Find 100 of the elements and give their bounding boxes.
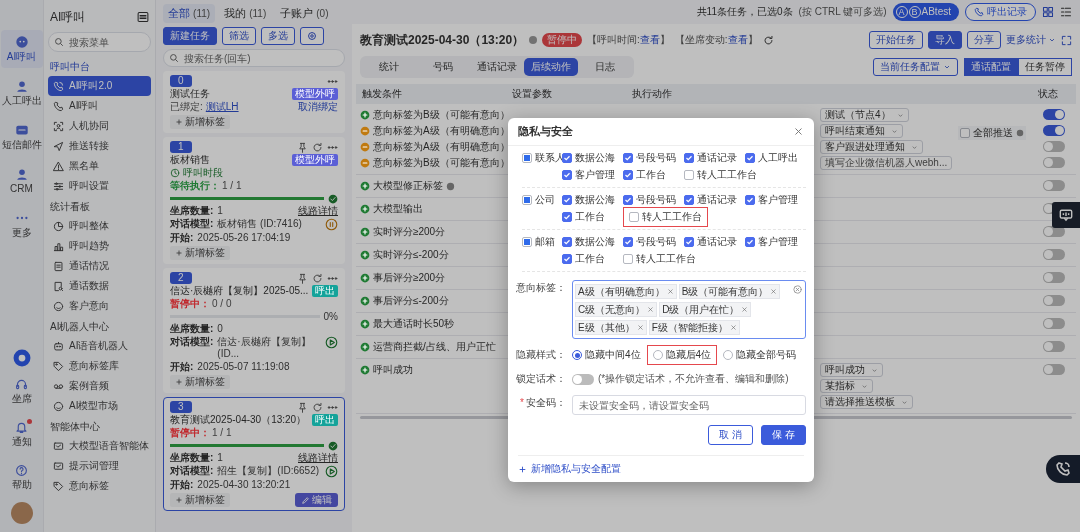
tab[interactable]: 日志 (578, 58, 632, 76)
nav-item[interactable]: 通话情况 (48, 256, 151, 276)
save-button[interactable]: 保 存 (761, 425, 806, 445)
checkbox[interactable] (562, 237, 572, 247)
nav-item[interactable]: AI语音机器人 (48, 336, 151, 356)
task-search-field[interactable]: 搜索任务(回车) (163, 49, 345, 67)
tab[interactable]: 统计 (362, 58, 416, 76)
tag-chip[interactable]: D级（用户在忙） (659, 302, 752, 317)
rail-item[interactable]: AI呼叫 (0, 30, 43, 68)
checkbox[interactable] (522, 195, 532, 205)
plus-circle-icon[interactable] (360, 250, 370, 260)
toggle-switch[interactable] (1043, 318, 1065, 329)
remove-icon[interactable] (729, 324, 737, 331)
task-toolbar-button[interactable]: 筛选 (222, 27, 256, 45)
rail-item[interactable]: 帮助 (0, 459, 43, 496)
checkbox[interactable] (562, 212, 572, 222)
menu-icon[interactable] (137, 11, 149, 23)
task-toolbar-button[interactable]: 多选 (261, 27, 295, 45)
checkbox[interactable] (684, 237, 694, 247)
task-config-dropdown[interactable]: 当前任务配置 (873, 58, 958, 76)
tab[interactable]: 号码 (416, 58, 470, 76)
mode-toggle[interactable]: 通话配置 (964, 58, 1018, 76)
checkbox[interactable] (562, 170, 572, 180)
radio-button[interactable] (652, 350, 663, 360)
bound-link[interactable]: 测试LH (205, 101, 239, 113)
line-details-link[interactable]: 线路详情 (298, 205, 338, 217)
tab[interactable]: 后续动作 (524, 58, 578, 76)
radio-button[interactable] (723, 350, 734, 360)
logo-icon[interactable] (12, 349, 31, 367)
pin-icon[interactable] (297, 141, 308, 153)
menu-search-field[interactable]: 搜索菜单 (48, 32, 151, 52)
more-stats-dropdown[interactable]: 更多统计 (1006, 34, 1056, 46)
plus-circle-icon[interactable] (360, 110, 370, 120)
checkbox[interactable] (562, 254, 572, 264)
task-card[interactable]: 0 测试任务 模型外呼 已绑定: 测试LH 取消绑定 新增标签 (163, 71, 345, 133)
add-tag-button[interactable]: 新增标签 (170, 246, 230, 260)
webhook-input[interactable]: 填写企业微信机器人webh... (820, 156, 953, 170)
rail-item[interactable]: CRM (0, 162, 43, 200)
plus-circle-icon[interactable] (360, 204, 370, 214)
action-select[interactable]: 测试（节点4） (820, 108, 909, 122)
toggle-switch[interactable] (1043, 364, 1065, 375)
action-select[interactable]: 呼叫成功 (820, 363, 883, 377)
checkbox[interactable] (623, 254, 633, 264)
settings-button[interactable] (300, 27, 324, 45)
checkbox[interactable] (522, 237, 532, 247)
header-action-button[interactable]: 开始任务 (869, 31, 923, 49)
toggle-switch[interactable] (1043, 109, 1065, 120)
toggle-switch[interactable] (1043, 141, 1065, 152)
remove-icon[interactable] (647, 306, 655, 313)
nav-item[interactable]: 意向标签库 (48, 356, 151, 376)
nav-item[interactable]: AI呼叫 (48, 96, 151, 116)
pin-icon[interactable] (297, 272, 308, 284)
remove-icon[interactable] (770, 288, 778, 295)
plus-circle-icon[interactable] (360, 319, 370, 329)
line-details-link[interactable]: 线路详情 (298, 452, 338, 464)
add-config-link[interactable]: 新增隐私与安全配置 (518, 463, 621, 475)
cancel-button[interactable]: 取 消 (708, 425, 754, 445)
plus-circle-icon[interactable] (360, 365, 370, 375)
toggle-switch[interactable] (1043, 125, 1065, 136)
scope-tab[interactable]: 子账户 (0) (275, 3, 334, 23)
toggle-switch[interactable] (572, 373, 594, 385)
tag-chip[interactable]: E级（其他） (575, 320, 647, 335)
toggle-switch[interactable] (1043, 295, 1065, 306)
add-tag-button[interactable]: 新增标签 (170, 493, 230, 507)
add-tag-button[interactable]: 新增标签 (170, 375, 230, 389)
nav-item[interactable]: 人机协同 (48, 116, 151, 136)
nav-item[interactable]: 呼叫整体 (48, 216, 151, 236)
checkbox[interactable] (562, 195, 572, 205)
toggle-switch[interactable] (1043, 157, 1065, 168)
toggle-switch[interactable] (1043, 341, 1065, 352)
rail-item[interactable]: 更多 (0, 206, 43, 244)
add-tag-button[interactable]: 新增标签 (170, 115, 230, 129)
refresh-icon[interactable] (762, 34, 774, 46)
plus-circle-icon[interactable] (360, 227, 370, 237)
toggle-switch[interactable] (1043, 249, 1065, 260)
checkbox[interactable] (745, 153, 755, 163)
checkbox[interactable] (684, 153, 694, 163)
checkbox[interactable] (522, 153, 532, 163)
nav-item[interactable]: 大模型语音智能体 (48, 436, 151, 456)
view-link[interactable]: 查看 (727, 34, 748, 45)
checkbox[interactable] (623, 153, 633, 163)
remove-icon[interactable] (741, 306, 749, 313)
feedback-button[interactable] (1052, 202, 1080, 228)
pause-icon[interactable] (325, 218, 338, 231)
rail-item[interactable]: 通知 (0, 416, 43, 453)
toggle-switch[interactable] (1043, 180, 1065, 191)
task-card[interactable]: 1 板材销售 模型外呼 呼叫时段 等待执行： 1 / 1 坐席数量: 1 线路详情 对话模型: 板材销售 (ID:7416) 开始: 2025-05-26 17:04:19 新增标签 (163, 137, 345, 264)
checkbox[interactable] (623, 195, 633, 205)
plus-circle-icon[interactable] (360, 273, 370, 283)
tag-chip[interactable]: C级（无意向） (575, 302, 658, 317)
action-select[interactable]: 某指标 (820, 379, 873, 393)
security-code-field[interactable]: 未设置安全码，请设置安全码 (572, 395, 806, 415)
plus-circle-icon[interactable] (360, 296, 370, 306)
task-card[interactable]: 3 教育测试2025-04-30（13:20） 呼出 暂停中： 1 / 1 坐席数量: 1 线路详情 对话模型: 招生【复制】(ID:6652) 开始: 2025-04-30 13:20:21 新增标签 编辑 (163, 397, 345, 511)
action-select[interactable]: 请选择推送模板 (820, 395, 913, 409)
unbind-link[interactable]: 取消绑定 (298, 101, 338, 113)
rail-item[interactable]: 短信邮件 (0, 118, 43, 156)
task-toolbar-button[interactable]: 新建任务 (163, 27, 217, 45)
rail-item[interactable]: 坐席 (0, 373, 43, 410)
call-records-button[interactable]: 呼出记录 (965, 3, 1036, 21)
